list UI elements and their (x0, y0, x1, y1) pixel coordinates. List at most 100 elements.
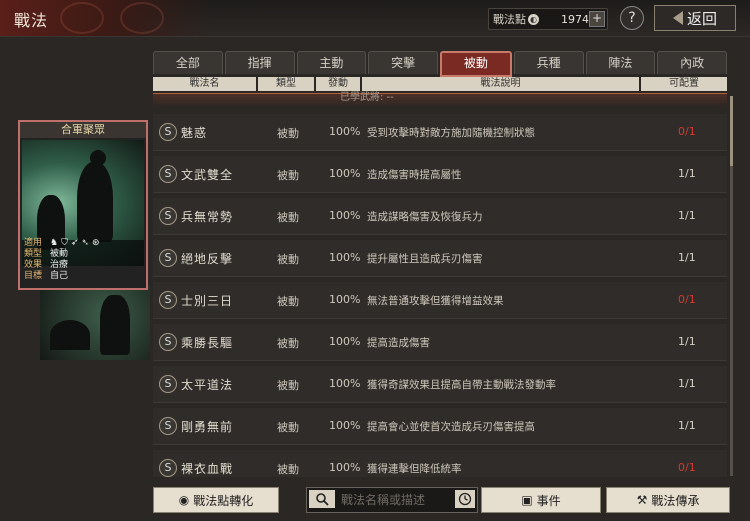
list-item[interactable]: S 裸衣血戰 被動 100% 獲得連擊但降低統率 0/1 (153, 450, 727, 477)
tactic-type: 被動 (277, 337, 299, 350)
list-scrollbar[interactable] (730, 96, 733, 476)
effect-label: 效果 (24, 260, 43, 270)
back-button[interactable]: 返回 (654, 5, 736, 31)
tactic-type: 被動 (277, 379, 299, 392)
coin-icon: ◐ (528, 13, 539, 25)
hammer-icon: ⚒ (636, 493, 648, 507)
chariot-icon: ⊛ (91, 238, 100, 248)
list-item[interactable]: S 兵無常勢 被動 100% 造成謀略傷害及恢復兵力 1/1 (153, 198, 727, 235)
help-button[interactable]: ? (620, 6, 644, 30)
grade-badge: S (159, 375, 177, 393)
tab-troop[interactable]: 兵種 (513, 51, 584, 74)
grade-badge: S (159, 417, 177, 435)
tactic-description: 獲得奇謀效果且提高自帶主動戰法發動率 (367, 379, 556, 391)
tactic-type: 被動 (277, 127, 299, 140)
list-item[interactable]: S 剛勇無前 被動 100% 提高會心並使首次造成兵刃傷害提高 1/1 (153, 408, 727, 445)
header-type[interactable]: 類型 (258, 77, 314, 91)
tactic-name: 太平道法 (181, 378, 234, 392)
general-silhouette (77, 162, 113, 242)
convert-icon: ◉ (178, 493, 190, 507)
list-item[interactable]: S 士別三日 被動 100% 無法普通攻擊但獲得增益效果 0/1 (153, 282, 727, 319)
tactic-rate: 100% (329, 461, 361, 474)
scrollbar-thumb[interactable] (730, 96, 733, 166)
tactic-type: 被動 (277, 421, 299, 434)
type-label: 類型 (24, 249, 43, 259)
tab-passive[interactable]: 被動 (440, 51, 512, 77)
tactic-description: 造成傷害時提高屬性 (367, 169, 462, 181)
tactic-type: 被動 (277, 295, 299, 308)
tactic-type: 被動 (277, 211, 299, 224)
general-head (90, 150, 106, 166)
list-item[interactable]: S 乘勝長驅 被動 100% 提高造成傷害 1/1 (153, 324, 727, 361)
tab-command[interactable]: 指揮 (224, 51, 295, 74)
tactic-rate: 100% (329, 293, 361, 306)
convert-points-button[interactable]: ◉ 戰法點轉化 (153, 487, 279, 513)
tactic-points-display: 戰法點 ◐ 1974 + (488, 8, 608, 30)
tactic-rate: 100% (329, 167, 361, 180)
tactic-type: 被動 (277, 463, 299, 476)
card-title: 合軍聚眾 (20, 122, 146, 138)
unit-icons: ♞ ⛉ ➶ ➴ ⊛ (50, 238, 99, 249)
tab-formation[interactable]: 陣法 (585, 51, 656, 74)
header-available[interactable]: 可配置 (641, 77, 727, 91)
tab-internal[interactable]: 內政 (657, 51, 727, 74)
grade-badge: S (159, 207, 177, 225)
partial-row-text: 已學武將: -- (340, 92, 394, 103)
search-input[interactable] (339, 490, 453, 510)
grade-badge: S (159, 459, 177, 477)
list-item[interactable]: S 太平道法 被動 100% 獲得奇謀效果且提高自帶主動戰法發動率 1/1 (153, 366, 727, 403)
tactic-description: 提升屬性且造成兵刃傷害 (367, 253, 483, 265)
tactic-rate: 100% (329, 335, 361, 348)
category-tabs: 全部 指揮 主動 突擊 被動 兵種 陣法 內政 (153, 51, 727, 77)
tactic-available: 1/1 (678, 377, 696, 390)
tactic-rate: 100% (329, 377, 361, 390)
tab-assault[interactable]: 突擊 (368, 51, 438, 74)
page-title: 戰法 (14, 11, 49, 30)
bow-icon: ➶ (70, 238, 79, 248)
events-button[interactable]: ▣ 事件 (481, 487, 601, 513)
tactic-available: 1/1 (678, 335, 696, 348)
tactic-rate: 100% (329, 209, 361, 222)
add-points-button[interactable]: + (589, 11, 605, 27)
tactic-available: 1/1 (678, 419, 696, 432)
tactic-available: 0/1 (678, 461, 696, 474)
tactic-rate: 100% (329, 251, 361, 264)
history-clock-icon[interactable] (455, 490, 475, 508)
tactics-list: S 魅惑 被動 100% 受到攻擊時對敵方施加隨機控制狀態 0/1 S 文武雙全… (153, 114, 727, 477)
tactic-available: 0/1 (678, 125, 696, 138)
list-item[interactable]: S 絕地反擊 被動 100% 提升屬性且造成兵刃傷害 1/1 (153, 240, 727, 277)
bottom-bar: ◉ 戰法點轉化 ▣ 事件 ⚒ 戰法傳承 (0, 480, 750, 521)
tactic-description: 提高會心並使首次造成兵刃傷害提高 (367, 421, 535, 433)
tactic-description: 獲得連擊但降低統率 (367, 463, 462, 475)
back-label: 返回 (686, 9, 717, 28)
tactic-available: 1/1 (678, 209, 696, 222)
type-value: 被動 (50, 249, 69, 259)
grade-badge: S (159, 123, 177, 141)
tactic-available: 1/1 (678, 167, 696, 180)
card-info: 適用 ♞ ⛉ ➶ ➴ ⊛ 類型 被動 效果 治療 目標 自己 (24, 238, 144, 282)
list-item[interactable]: S 魅惑 被動 100% 受到攻擊時對敵方施加隨機控制狀態 0/1 (153, 114, 727, 151)
list-item[interactable]: S 文武雙全 被動 100% 造成傷害時提高屬性 1/1 (153, 156, 727, 193)
tab-active[interactable]: 主動 (296, 51, 367, 74)
selection-glow (153, 93, 727, 108)
tactic-rate: 100% (329, 125, 361, 138)
header-description: 戰法說明 (362, 77, 639, 91)
back-arrow-icon (672, 11, 683, 25)
grade-badge: S (159, 291, 177, 309)
swirl-decoration (60, 2, 104, 34)
shield-icon: ⛉ (61, 238, 68, 248)
tactic-description: 受到攻擊時對敵方施加隨機控制狀態 (367, 127, 535, 139)
tab-all[interactable]: 全部 (153, 51, 223, 74)
inherit-label: 戰法傳承 (651, 493, 700, 508)
tactic-description: 提高造成傷害 (367, 337, 430, 349)
tactic-card[interactable]: 合軍聚眾 適用 ♞ ⛉ ➶ ➴ ⊛ 類型 被動 效果 治療 目標 自己 (18, 120, 148, 290)
tactic-description: 無法普通攻擊但獲得增益效果 (367, 295, 504, 307)
inherit-tactic-button[interactable]: ⚒ 戰法傳承 (606, 487, 730, 513)
grade-badge: S (159, 165, 177, 183)
header-name[interactable]: 戰法名 (153, 77, 256, 91)
points-value: 1974 (561, 12, 589, 26)
search-icon[interactable] (309, 490, 335, 508)
tactic-name: 絕地反擊 (181, 252, 234, 266)
points-label: 戰法點 (493, 13, 526, 26)
events-icon: ▣ (521, 493, 533, 507)
